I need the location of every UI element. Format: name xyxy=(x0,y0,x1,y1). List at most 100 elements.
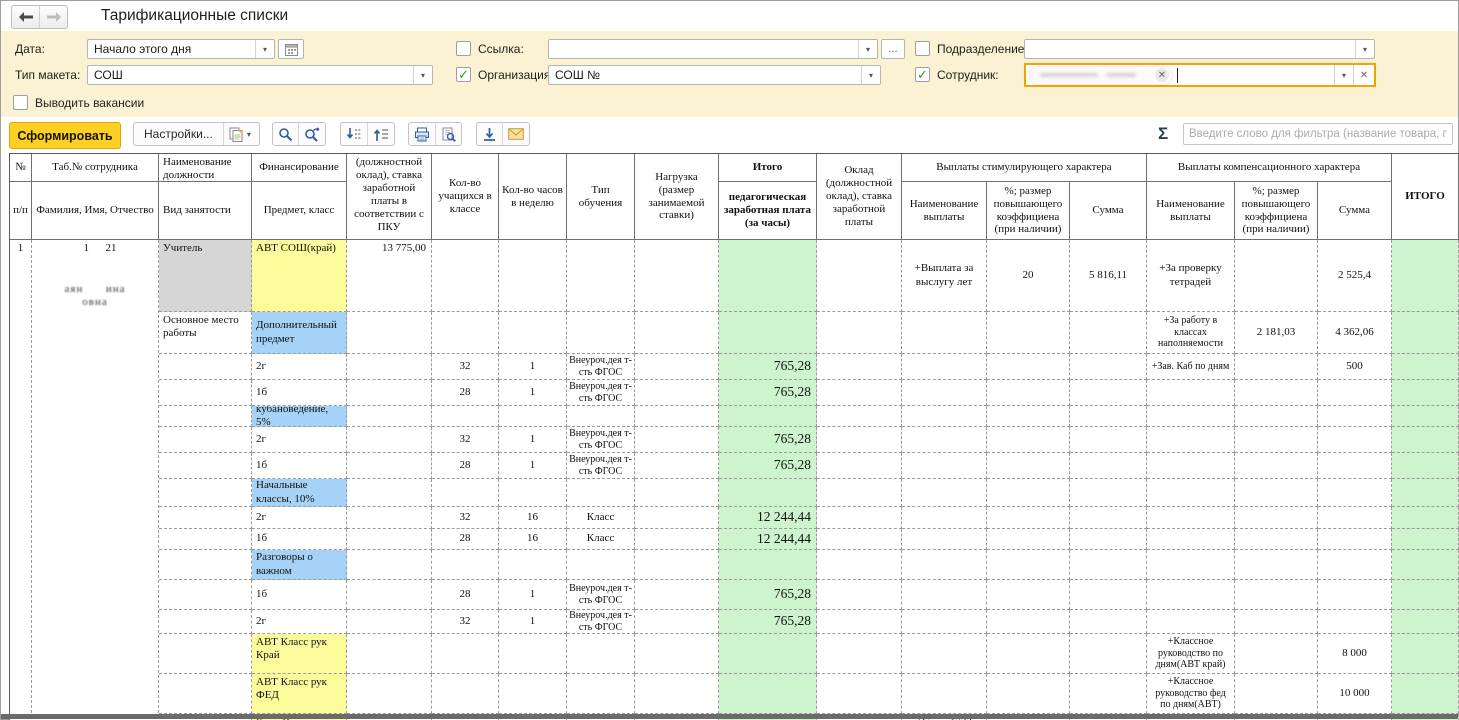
table-cell[interactable] xyxy=(159,406,252,427)
table-cell[interactable] xyxy=(159,580,252,610)
table-cell[interactable]: 1 xyxy=(499,610,567,634)
table-cell[interactable] xyxy=(817,634,902,674)
table-cell[interactable]: 4 362,06 xyxy=(1318,312,1392,354)
table-cell[interactable] xyxy=(499,312,567,354)
table-cell[interactable]: Внеуроч.дея т-сть ФГОС xyxy=(567,580,635,610)
table-cell[interactable] xyxy=(1235,453,1318,479)
table-cell[interactable] xyxy=(987,380,1070,406)
table-cell[interactable]: 2г xyxy=(252,354,347,380)
table-cell[interactable] xyxy=(1070,312,1147,354)
table-cell[interactable] xyxy=(817,529,902,550)
table-cell[interactable] xyxy=(1070,427,1147,453)
table-cell[interactable] xyxy=(1147,479,1235,507)
table-cell[interactable]: Дополнительный предмет xyxy=(252,312,347,354)
table-cell[interactable] xyxy=(1235,550,1318,580)
table-cell[interactable] xyxy=(902,550,987,580)
table-cell[interactable] xyxy=(1392,550,1459,580)
table-cell[interactable] xyxy=(499,634,567,674)
table-cell[interactable]: 765,28 xyxy=(719,453,817,479)
table-cell[interactable] xyxy=(347,354,432,380)
table-cell[interactable] xyxy=(902,634,987,674)
table-cell[interactable]: Класс xyxy=(567,507,635,529)
table-cell[interactable] xyxy=(159,634,252,674)
table-cell[interactable] xyxy=(1235,580,1318,610)
table-cell[interactable] xyxy=(987,529,1070,550)
table-cell[interactable]: 8 000 xyxy=(1318,634,1392,674)
table-cell[interactable] xyxy=(347,674,432,714)
table-cell[interactable] xyxy=(432,550,499,580)
table-cell[interactable]: 765,28 xyxy=(719,580,817,610)
dropdown-arrow-icon[interactable] xyxy=(1334,65,1353,85)
table-cell[interactable] xyxy=(347,406,432,427)
table-cell[interactable] xyxy=(1318,380,1392,406)
employee-field[interactable] xyxy=(1024,63,1376,87)
table-cell[interactable] xyxy=(432,312,499,354)
table-cell[interactable]: 32 xyxy=(432,354,499,380)
table-cell[interactable]: 2г xyxy=(252,610,347,634)
table-cell[interactable] xyxy=(817,354,902,380)
table-cell[interactable] xyxy=(1070,479,1147,507)
table-cell[interactable] xyxy=(1147,427,1235,453)
table-cell[interactable] xyxy=(987,312,1070,354)
quick-filter-input[interactable] xyxy=(1183,123,1453,145)
department-combo[interactable] xyxy=(1024,39,1375,59)
table-cell[interactable] xyxy=(635,529,719,550)
table-cell[interactable] xyxy=(902,354,987,380)
table-cell[interactable] xyxy=(1392,479,1459,507)
table-cell[interactable]: Внеуроч.дея т-сть ФГОС xyxy=(567,427,635,453)
table-cell[interactable]: АВТ Класс рук ФЕД xyxy=(252,674,347,714)
table-cell[interactable] xyxy=(159,674,252,714)
header-cell[interactable]: Сумма xyxy=(1318,182,1392,240)
table-cell[interactable]: 5 816,11 xyxy=(1070,240,1147,312)
collapse-groups-button[interactable] xyxy=(367,123,394,145)
table-cell[interactable]: 16 xyxy=(499,529,567,550)
dropdown-arrow-icon[interactable] xyxy=(1355,40,1374,58)
table-cell[interactable] xyxy=(159,380,252,406)
forward-button[interactable] xyxy=(39,6,67,28)
table-cell[interactable]: 28 xyxy=(432,580,499,610)
table-cell[interactable] xyxy=(817,312,902,354)
header-cell[interactable]: Наименование выплаты xyxy=(1147,182,1235,240)
table-cell[interactable] xyxy=(817,580,902,610)
calendar-button[interactable] xyxy=(278,39,304,59)
table-cell[interactable] xyxy=(987,427,1070,453)
table-cell[interactable] xyxy=(1070,610,1147,634)
table-cell[interactable] xyxy=(635,674,719,714)
table-cell[interactable] xyxy=(1235,406,1318,427)
table-cell[interactable] xyxy=(1235,507,1318,529)
table-cell[interactable]: 2г xyxy=(252,427,347,453)
table-cell[interactable] xyxy=(159,610,252,634)
table-cell[interactable]: 2 525,4 xyxy=(1318,240,1392,312)
table-cell[interactable] xyxy=(347,507,432,529)
table-cell[interactable] xyxy=(1070,406,1147,427)
table-cell[interactable] xyxy=(1318,580,1392,610)
table-cell[interactable] xyxy=(1070,634,1147,674)
header-cell[interactable]: Финансирование xyxy=(252,154,347,182)
table-cell[interactable] xyxy=(1392,529,1459,550)
header-cell[interactable]: Оклад (должностной оклад), ставка зарабо… xyxy=(817,154,902,240)
table-cell[interactable] xyxy=(1070,507,1147,529)
table-cell[interactable]: +За проверку тетрадей xyxy=(1147,240,1235,312)
table-cell[interactable] xyxy=(347,610,432,634)
table-cell[interactable] xyxy=(347,529,432,550)
email-button[interactable] xyxy=(502,123,529,145)
header-cell[interactable]: Вид занятости xyxy=(159,182,252,240)
table-cell[interactable] xyxy=(499,550,567,580)
table-cell[interactable]: Учитель xyxy=(159,240,252,312)
table-cell[interactable] xyxy=(347,550,432,580)
header-cell[interactable]: № xyxy=(10,154,32,182)
table-cell[interactable]: АВТ Класс рук Край xyxy=(252,634,347,674)
search-button[interactable] xyxy=(273,123,298,145)
dropdown-arrow-icon[interactable] xyxy=(255,40,274,58)
table-cell[interactable] xyxy=(567,312,635,354)
table-cell[interactable]: 32 xyxy=(432,427,499,453)
table-cell[interactable] xyxy=(902,312,987,354)
table-cell[interactable]: 28 xyxy=(432,453,499,479)
table-cell[interactable] xyxy=(902,479,987,507)
table-cell[interactable] xyxy=(159,479,252,507)
table-cell[interactable]: Внеуроч.дея т-сть ФГОС xyxy=(567,610,635,634)
table-cell[interactable] xyxy=(902,610,987,634)
settings-button[interactable]: Настройки... xyxy=(134,123,223,145)
layout-type-combo[interactable]: СОШ xyxy=(87,65,433,85)
table-cell[interactable]: Внеуроч.дея т-сть ФГОС xyxy=(567,354,635,380)
